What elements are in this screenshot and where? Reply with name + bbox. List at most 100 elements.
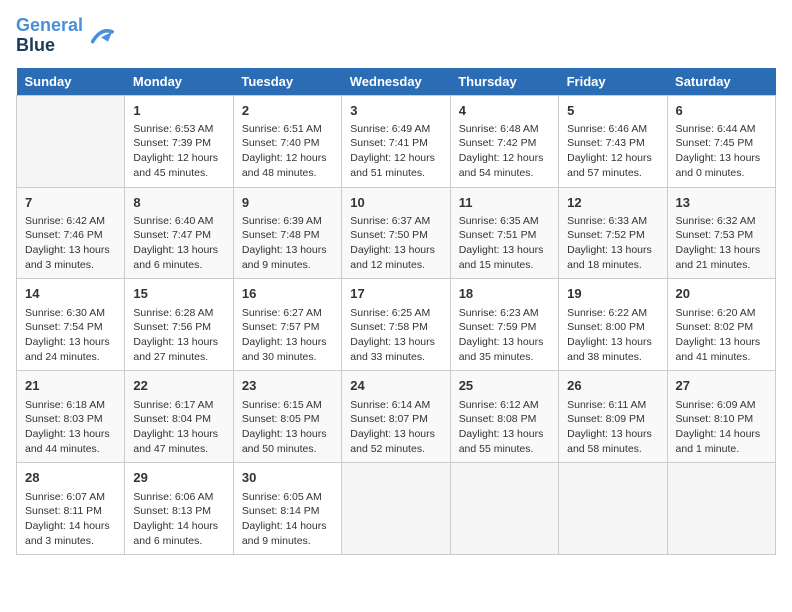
cell-content: Sunrise: 6:22 AM Sunset: 8:00 PM Dayligh…: [567, 306, 658, 365]
calendar-cell: 27 Sunrise: 6:09 AM Sunset: 8:10 PM Dayl…: [667, 371, 775, 463]
cell-content: Sunrise: 6:51 AM Sunset: 7:40 PM Dayligh…: [242, 122, 333, 181]
cell-content: Sunrise: 6:27 AM Sunset: 7:57 PM Dayligh…: [242, 306, 333, 365]
day-number: 27: [676, 377, 767, 395]
calendar-cell: [342, 463, 450, 555]
cell-content: Sunrise: 6:11 AM Sunset: 8:09 PM Dayligh…: [567, 398, 658, 457]
day-number: 6: [676, 102, 767, 120]
calendar-cell: 12 Sunrise: 6:33 AM Sunset: 7:52 PM Dayl…: [559, 187, 667, 279]
day-number: 19: [567, 285, 658, 303]
cell-content: Sunrise: 6:30 AM Sunset: 7:54 PM Dayligh…: [25, 306, 116, 365]
logo-text: GeneralBlue: [16, 16, 83, 56]
header-saturday: Saturday: [667, 68, 775, 96]
day-number: 25: [459, 377, 550, 395]
day-number: 16: [242, 285, 333, 303]
day-number: 4: [459, 102, 550, 120]
calendar-cell: 9 Sunrise: 6:39 AM Sunset: 7:48 PM Dayli…: [233, 187, 341, 279]
day-number: 21: [25, 377, 116, 395]
calendar-cell: [450, 463, 558, 555]
calendar-cell: 20 Sunrise: 6:20 AM Sunset: 8:02 PM Dayl…: [667, 279, 775, 371]
cell-content: Sunrise: 6:18 AM Sunset: 8:03 PM Dayligh…: [25, 398, 116, 457]
day-number: 3: [350, 102, 441, 120]
calendar-cell: 19 Sunrise: 6:22 AM Sunset: 8:00 PM Dayl…: [559, 279, 667, 371]
cell-content: Sunrise: 6:05 AM Sunset: 8:14 PM Dayligh…: [242, 490, 333, 549]
calendar-cell: 6 Sunrise: 6:44 AM Sunset: 7:45 PM Dayli…: [667, 95, 775, 187]
calendar-cell: 30 Sunrise: 6:05 AM Sunset: 8:14 PM Dayl…: [233, 463, 341, 555]
day-number: 15: [133, 285, 224, 303]
day-number: 23: [242, 377, 333, 395]
calendar-cell: 7 Sunrise: 6:42 AM Sunset: 7:46 PM Dayli…: [17, 187, 125, 279]
calendar-cell: 2 Sunrise: 6:51 AM Sunset: 7:40 PM Dayli…: [233, 95, 341, 187]
day-number: 9: [242, 194, 333, 212]
day-number: 17: [350, 285, 441, 303]
cell-content: Sunrise: 6:42 AM Sunset: 7:46 PM Dayligh…: [25, 214, 116, 273]
calendar-cell: 8 Sunrise: 6:40 AM Sunset: 7:47 PM Dayli…: [125, 187, 233, 279]
header-thursday: Thursday: [450, 68, 558, 96]
cell-content: Sunrise: 6:44 AM Sunset: 7:45 PM Dayligh…: [676, 122, 767, 181]
calendar-cell: 17 Sunrise: 6:25 AM Sunset: 7:58 PM Dayl…: [342, 279, 450, 371]
day-number: 2: [242, 102, 333, 120]
calendar-cell: 24 Sunrise: 6:14 AM Sunset: 8:07 PM Dayl…: [342, 371, 450, 463]
calendar-cell: [667, 463, 775, 555]
cell-content: Sunrise: 6:20 AM Sunset: 8:02 PM Dayligh…: [676, 306, 767, 365]
day-number: 29: [133, 469, 224, 487]
header-sunday: Sunday: [17, 68, 125, 96]
day-number: 12: [567, 194, 658, 212]
day-number: 10: [350, 194, 441, 212]
calendar-cell: 1 Sunrise: 6:53 AM Sunset: 7:39 PM Dayli…: [125, 95, 233, 187]
cell-content: Sunrise: 6:49 AM Sunset: 7:41 PM Dayligh…: [350, 122, 441, 181]
calendar-cell: 21 Sunrise: 6:18 AM Sunset: 8:03 PM Dayl…: [17, 371, 125, 463]
cell-content: Sunrise: 6:28 AM Sunset: 7:56 PM Dayligh…: [133, 306, 224, 365]
week-row-4: 21 Sunrise: 6:18 AM Sunset: 8:03 PM Dayl…: [17, 371, 776, 463]
calendar-cell: 10 Sunrise: 6:37 AM Sunset: 7:50 PM Dayl…: [342, 187, 450, 279]
week-row-5: 28 Sunrise: 6:07 AM Sunset: 8:11 PM Dayl…: [17, 463, 776, 555]
day-number: 8: [133, 194, 224, 212]
cell-content: Sunrise: 6:09 AM Sunset: 8:10 PM Dayligh…: [676, 398, 767, 457]
calendar-cell: 13 Sunrise: 6:32 AM Sunset: 7:53 PM Dayl…: [667, 187, 775, 279]
calendar-cell: 3 Sunrise: 6:49 AM Sunset: 7:41 PM Dayli…: [342, 95, 450, 187]
week-row-3: 14 Sunrise: 6:30 AM Sunset: 7:54 PM Dayl…: [17, 279, 776, 371]
cell-content: Sunrise: 6:14 AM Sunset: 8:07 PM Dayligh…: [350, 398, 441, 457]
header-tuesday: Tuesday: [233, 68, 341, 96]
cell-content: Sunrise: 6:53 AM Sunset: 7:39 PM Dayligh…: [133, 122, 224, 181]
calendar-cell: 16 Sunrise: 6:27 AM Sunset: 7:57 PM Dayl…: [233, 279, 341, 371]
calendar-cell: 11 Sunrise: 6:35 AM Sunset: 7:51 PM Dayl…: [450, 187, 558, 279]
calendar-cell: [17, 95, 125, 187]
calendar-cell: [559, 463, 667, 555]
day-number: 24: [350, 377, 441, 395]
logo: GeneralBlue: [16, 16, 115, 56]
day-number: 22: [133, 377, 224, 395]
calendar-table: SundayMondayTuesdayWednesdayThursdayFrid…: [16, 68, 776, 556]
cell-content: Sunrise: 6:15 AM Sunset: 8:05 PM Dayligh…: [242, 398, 333, 457]
cell-content: Sunrise: 6:32 AM Sunset: 7:53 PM Dayligh…: [676, 214, 767, 273]
cell-content: Sunrise: 6:40 AM Sunset: 7:47 PM Dayligh…: [133, 214, 224, 273]
cell-content: Sunrise: 6:23 AM Sunset: 7:59 PM Dayligh…: [459, 306, 550, 365]
day-number: 5: [567, 102, 658, 120]
calendar-cell: 14 Sunrise: 6:30 AM Sunset: 7:54 PM Dayl…: [17, 279, 125, 371]
calendar-cell: 29 Sunrise: 6:06 AM Sunset: 8:13 PM Dayl…: [125, 463, 233, 555]
day-number: 14: [25, 285, 116, 303]
day-number: 1: [133, 102, 224, 120]
cell-content: Sunrise: 6:12 AM Sunset: 8:08 PM Dayligh…: [459, 398, 550, 457]
day-number: 11: [459, 194, 550, 212]
header-monday: Monday: [125, 68, 233, 96]
day-number: 28: [25, 469, 116, 487]
calendar-cell: 4 Sunrise: 6:48 AM Sunset: 7:42 PM Dayli…: [450, 95, 558, 187]
cell-content: Sunrise: 6:39 AM Sunset: 7:48 PM Dayligh…: [242, 214, 333, 273]
page-header: GeneralBlue: [16, 16, 776, 56]
day-number: 13: [676, 194, 767, 212]
calendar-cell: 22 Sunrise: 6:17 AM Sunset: 8:04 PM Dayl…: [125, 371, 233, 463]
calendar-cell: 25 Sunrise: 6:12 AM Sunset: 8:08 PM Dayl…: [450, 371, 558, 463]
calendar-cell: 23 Sunrise: 6:15 AM Sunset: 8:05 PM Dayl…: [233, 371, 341, 463]
cell-content: Sunrise: 6:33 AM Sunset: 7:52 PM Dayligh…: [567, 214, 658, 273]
header-wednesday: Wednesday: [342, 68, 450, 96]
day-number: 20: [676, 285, 767, 303]
cell-content: Sunrise: 6:46 AM Sunset: 7:43 PM Dayligh…: [567, 122, 658, 181]
cell-content: Sunrise: 6:17 AM Sunset: 8:04 PM Dayligh…: [133, 398, 224, 457]
cell-content: Sunrise: 6:07 AM Sunset: 8:11 PM Dayligh…: [25, 490, 116, 549]
cell-content: Sunrise: 6:06 AM Sunset: 8:13 PM Dayligh…: [133, 490, 224, 549]
cell-content: Sunrise: 6:48 AM Sunset: 7:42 PM Dayligh…: [459, 122, 550, 181]
calendar-cell: 28 Sunrise: 6:07 AM Sunset: 8:11 PM Dayl…: [17, 463, 125, 555]
logo-icon: [87, 22, 115, 50]
cell-content: Sunrise: 6:25 AM Sunset: 7:58 PM Dayligh…: [350, 306, 441, 365]
day-number: 7: [25, 194, 116, 212]
